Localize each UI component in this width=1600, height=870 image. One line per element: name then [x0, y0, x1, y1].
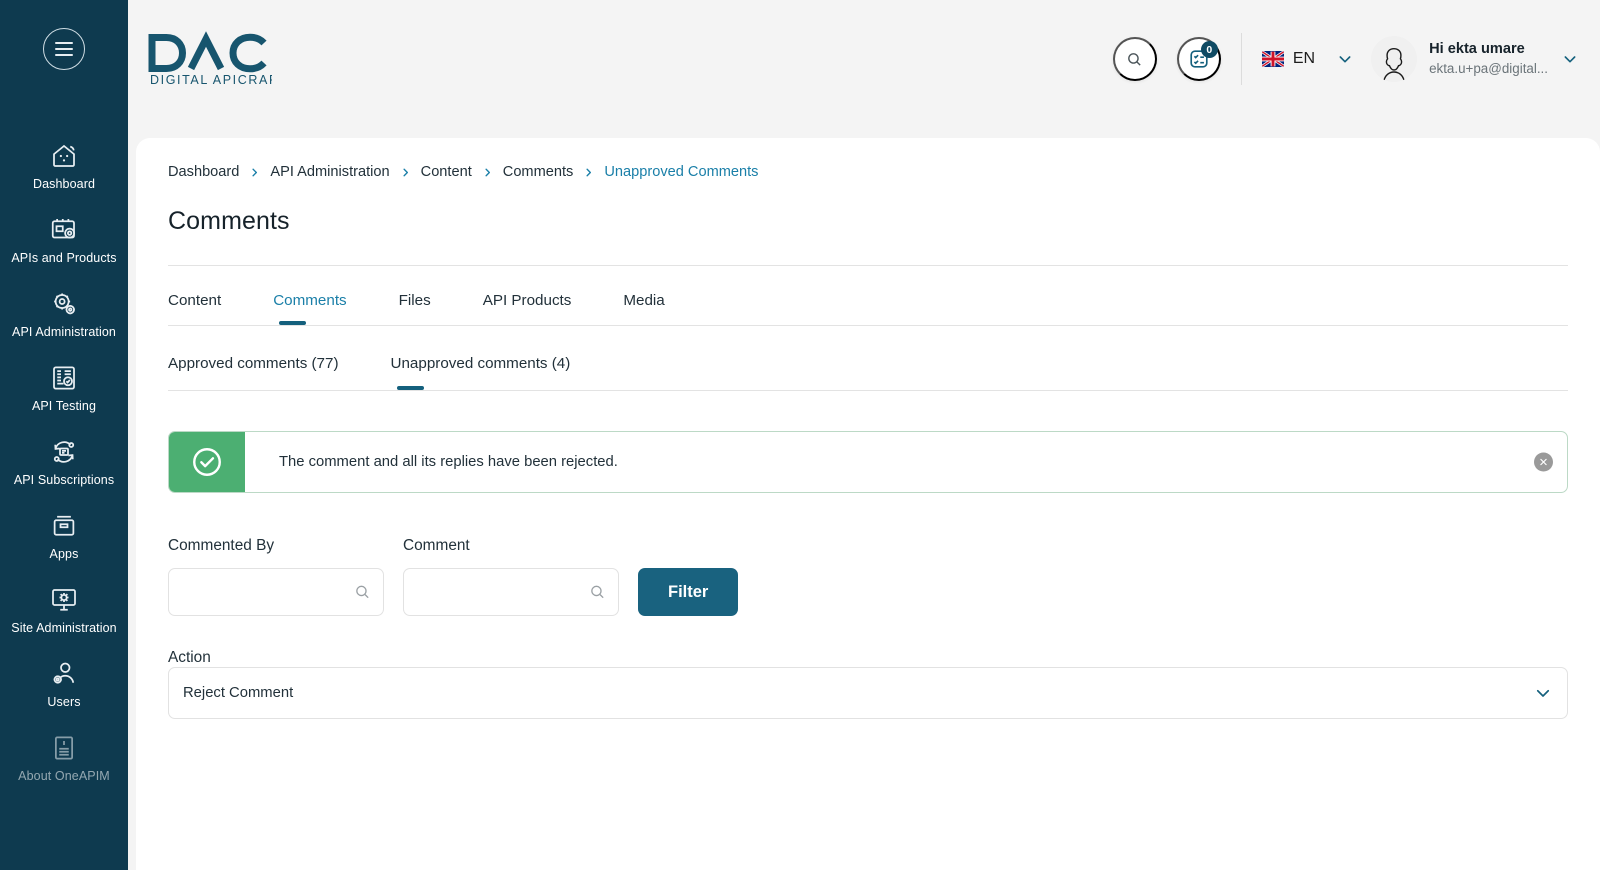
action-select-wrap: Reject Comment [168, 667, 1568, 719]
subtab-unapproved-comments[interactable]: Unapproved comments (4) [391, 326, 570, 390]
comment-input-wrap [403, 568, 619, 616]
commented-by-input-wrap [168, 568, 384, 616]
commented-by-input[interactable] [168, 568, 384, 616]
breadcrumb-item-comments[interactable]: Comments [503, 164, 574, 180]
sidebar-item-api-subscriptions[interactable]: API Subscriptions [0, 426, 128, 500]
sidebar-item-users[interactable]: Users [0, 648, 128, 722]
alert-message: The comment and all its replies have bee… [279, 454, 618, 470]
user-menu[interactable]: Hi ekta umare ekta.u+pa@digital... [1371, 36, 1578, 82]
chevron-right-icon [249, 166, 260, 179]
language-label: EN [1292, 50, 1316, 67]
search-button[interactable] [1112, 37, 1157, 81]
breadcrumb: Dashboard API Administration Content Com… [168, 138, 1568, 180]
dac-logo[interactable]: DIGITAL APICRAFT [146, 30, 272, 88]
sidebar-item-label: Site Administration [11, 621, 117, 635]
tabs: Content Comments Files API Products Medi… [168, 266, 1568, 325]
user-greeting: Hi ekta umare [1429, 41, 1525, 57]
chevron-down-icon [1337, 51, 1353, 67]
sidebar-item-apis-and-products[interactable]: APIs and Products [0, 204, 128, 278]
breadcrumb-item-api-administration[interactable]: API Administration [270, 164, 389, 180]
site-administration-icon [49, 585, 79, 615]
sidebar: Dashboard APIs and Products API Administ… [0, 0, 128, 870]
sidebar-item-apps[interactable]: Apps [0, 500, 128, 574]
page-title: Comments [168, 207, 290, 235]
chevron-right-icon [400, 166, 411, 179]
avatar [1371, 36, 1418, 82]
api-administration-icon [49, 289, 79, 319]
chevron-down-icon [1562, 51, 1578, 67]
action-select[interactable]: Reject Comment [168, 667, 1568, 719]
breadcrumb-item-content[interactable]: Content [421, 164, 472, 180]
api-subscriptions-icon [49, 437, 79, 467]
sidebar-item-api-administration[interactable]: API Administration [0, 278, 128, 352]
tab-files[interactable]: Files [399, 266, 431, 325]
api-testing-icon [49, 363, 79, 393]
commented-by-field-group: Commented By [168, 537, 384, 616]
sidebar-item-label: Users [47, 695, 81, 709]
sidebar-fade-overlay [0, 814, 128, 870]
user-info: Hi ekta umare ekta.u+pa@digital... [1429, 40, 1548, 78]
apis-products-icon [49, 215, 79, 245]
comment-field-group: Comment [403, 537, 619, 616]
subtabs-divider [168, 390, 1568, 391]
sidebar-toggle-button[interactable] [0, 0, 128, 98]
sidebar-item-label: API Administration [12, 325, 116, 339]
sidebar-item-label: About OneAPIM [18, 769, 110, 783]
sidebar-item-site-administration[interactable]: Site Administration [0, 574, 128, 648]
chevron-right-icon [583, 166, 594, 179]
breadcrumb-item-dashboard[interactable]: Dashboard [168, 164, 239, 180]
close-icon [1539, 458, 1548, 467]
sidebar-item-label: Apps [49, 547, 79, 561]
tab-content[interactable]: Content [168, 266, 221, 325]
filter-button[interactable]: Filter [638, 568, 739, 616]
commented-by-label: Commented By [168, 537, 275, 554]
success-alert: The comment and all its replies have bee… [168, 431, 1568, 493]
main-area: DIGITAL APICRAFT [128, 0, 1600, 870]
filter-bar: Commented By Comment Filter [168, 537, 1568, 616]
apps-icon [49, 511, 79, 541]
header-actions: 0 EN Hi ekta umare ekta.u+pa@digital... [1112, 33, 1578, 85]
action-selected-value: Reject Comment [183, 685, 294, 701]
subtab-approved-comments[interactable]: Approved comments (77) [168, 326, 339, 390]
sidebar-nav-list: Dashboard APIs and Products API Administ… [0, 98, 128, 796]
search-icon [1126, 51, 1143, 68]
user-email: ekta.u+pa@digital... [1429, 61, 1548, 76]
uk-flag-icon [1261, 51, 1284, 67]
tab-media[interactable]: Media [623, 266, 664, 325]
tasks-button[interactable]: 0 [1176, 37, 1221, 81]
tab-comments[interactable]: Comments [273, 266, 347, 325]
dashboard-icon [49, 141, 79, 171]
hamburger-menu-icon [43, 28, 85, 70]
sidebar-item-label: API Subscriptions [13, 473, 115, 487]
language-selector[interactable]: EN [1261, 50, 1353, 68]
check-circle-icon [169, 432, 245, 492]
chevron-right-icon [482, 166, 493, 179]
action-label: Action [168, 649, 211, 666]
users-icon [49, 659, 79, 689]
comment-label: Comment [403, 537, 470, 554]
breadcrumb-item-unapproved-comments[interactable]: Unapproved Comments [604, 164, 758, 180]
tasks-badge: 0 [1200, 41, 1218, 58]
about-icon [49, 733, 79, 763]
alert-close-button[interactable] [1534, 452, 1553, 472]
action-section: Action Reject Comment [168, 649, 1568, 719]
comment-input[interactable] [403, 568, 619, 616]
sidebar-item-about-oneapim[interactable]: About OneAPIM [0, 722, 128, 796]
subtabs: Approved comments (77) Unapproved commen… [168, 326, 1568, 390]
tab-api-products[interactable]: API Products [483, 266, 572, 325]
sidebar-item-dashboard[interactable]: Dashboard [0, 130, 128, 204]
sidebar-item-label: APIs and Products [11, 251, 117, 265]
top-header: DIGITAL APICRAFT [128, 0, 1600, 118]
header-divider [1240, 33, 1242, 85]
content-card: Dashboard API Administration Content Com… [136, 138, 1600, 870]
sidebar-item-api-testing[interactable]: API Testing [0, 352, 128, 426]
svg-text:DIGITAL APICRAFT: DIGITAL APICRAFT [150, 73, 272, 87]
app-root: Dashboard APIs and Products API Administ… [0, 0, 1600, 870]
sidebar-item-label: API Testing [31, 399, 97, 413]
sidebar-item-label: Dashboard [32, 177, 96, 191]
